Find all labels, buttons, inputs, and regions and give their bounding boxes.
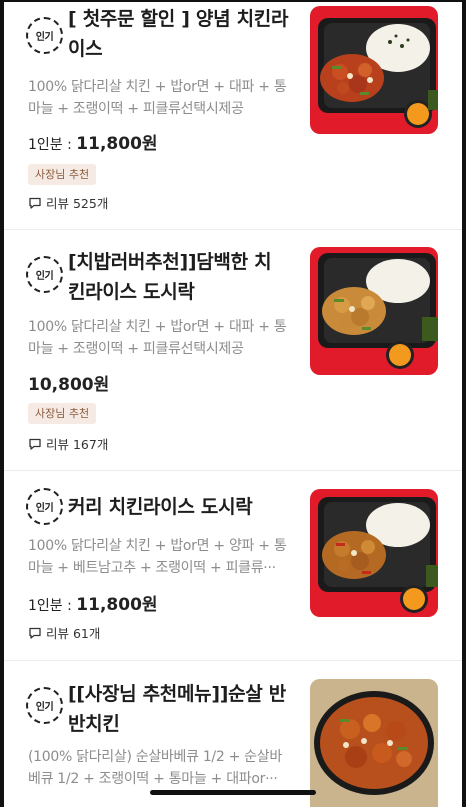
home-indicator[interactable] [150, 790, 316, 795]
menu-item[interactable]: 인기 [ 첫주문 할인 ] 양념 치킨라 이스 100% 닭다리살 치킨 + 밥… [4, 0, 462, 230]
menu-item[interactable]: 인기 [치밥러버추천]]담백한 치 킨라이스 도시락 100% 닭다리살 치킨 … [4, 230, 462, 471]
chicken-rice-box-image [310, 247, 438, 375]
menu-title: [치밥러버추천]]담백한 치 킨라이스 도시락 [68, 251, 272, 303]
chicken-rice-box-image [310, 6, 438, 134]
review-count: 리뷰 525개 [28, 193, 108, 212]
menu-list: 인기 [ 첫주문 할인 ] 양념 치킨라 이스 100% 닭다리살 치킨 + 밥… [4, 0, 462, 807]
menu-image[interactable] [310, 679, 438, 807]
menu-price: 1인분 : 11,800원 [28, 134, 158, 154]
menu-description: 100% 닭다리살 치킨 + 밥or면 + 대파 + 통 마늘 + 조랭이떡 +… [28, 319, 287, 357]
review-count: 리뷰 61개 [28, 623, 100, 642]
menu-item[interactable]: 인기 커리 치킨라이스 도시락 100% 닭다리살 치킨 + 밥or면 + 양파… [4, 471, 462, 661]
comment-icon [29, 197, 41, 209]
menu-description: 100% 닭다리살 치킨 + 밥or면 + 대파 + 통 마늘 + 조랭이떡 +… [28, 79, 287, 117]
comment-icon [29, 627, 41, 639]
menu-image[interactable] [310, 489, 438, 617]
chicken-rice-box-image [310, 489, 438, 617]
menu-title: 커리 치킨라이스 도시락 [68, 496, 253, 518]
menu-price: 1인분 : 11,800원 [28, 595, 158, 615]
menu-image[interactable] [310, 247, 438, 375]
menu-title: [ 첫주문 할인 ] 양념 치킨라 이스 [68, 8, 289, 60]
popular-badge: 인기 [26, 256, 63, 293]
owner-recommend-tag: 사장님 추천 [28, 403, 97, 424]
popular-badge: 인기 [26, 687, 63, 724]
menu-title: [[사장님 추천메뉴]]순살 반 반치킨 [68, 683, 286, 735]
comment-icon [29, 438, 41, 450]
menu-description: 100% 닭다리살 치킨 + 밥or면 + 양파 + 통 마늘 + 베트남고추 … [28, 538, 287, 576]
boneless-chicken-image [310, 679, 438, 807]
popular-badge: 인기 [26, 17, 63, 54]
menu-description: (100% 닭다리살) 순살바베큐 1/2 + 순살바 베큐 1/2 + 조랭이… [28, 749, 282, 787]
popular-badge: 인기 [26, 488, 63, 525]
menu-image[interactable] [310, 6, 438, 134]
review-count: 리뷰 167개 [28, 434, 108, 453]
menu-item[interactable]: 인기 [[사장님 추천메뉴]]순살 반 반치킨 (100% 닭다리살) 순살바베… [4, 661, 462, 807]
menu-price: 10,800원 [28, 375, 110, 395]
owner-recommend-tag: 사장님 추천 [28, 164, 97, 185]
